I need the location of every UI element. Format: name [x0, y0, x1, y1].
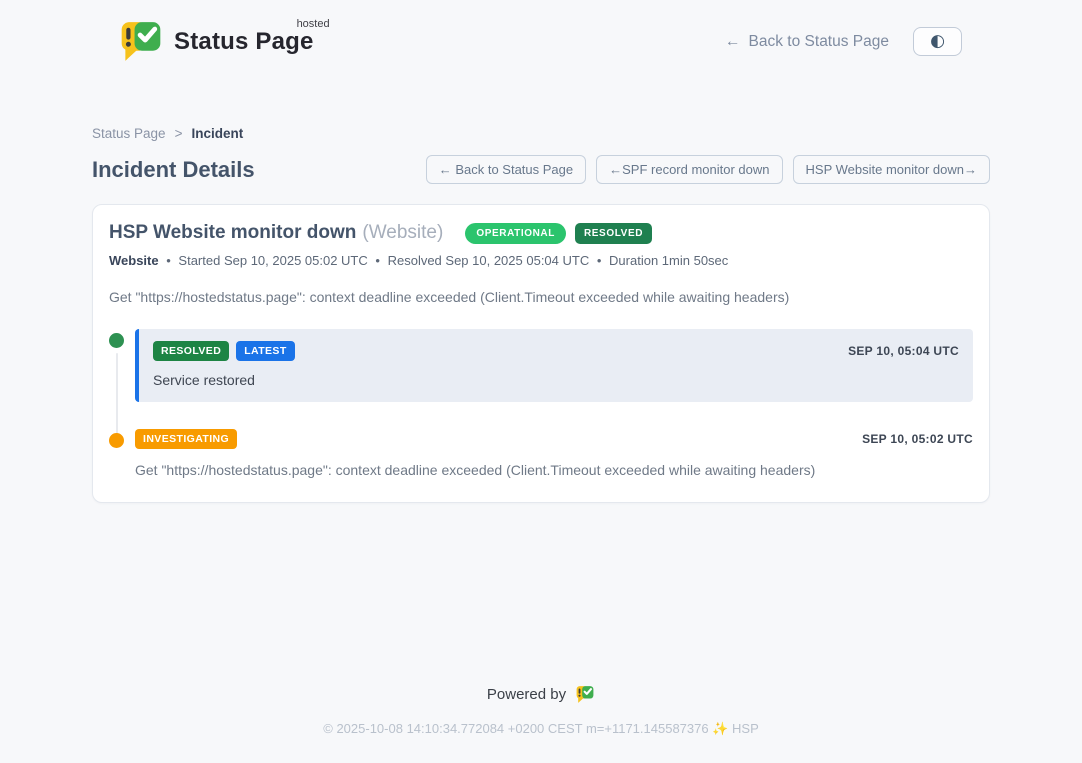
- logo-text: Status Page hosted: [174, 28, 320, 56]
- incident-nav-buttons: ← Back to Status Page ←SPF record monito…: [426, 155, 990, 184]
- investigating-badge: INVESTIGATING: [135, 429, 237, 449]
- powered-by-label: Powered by: [487, 686, 566, 703]
- incident-description: Get "https://hostedstatus.page": context…: [109, 289, 973, 305]
- resolved-status-badge: RESOLVED: [575, 223, 652, 244]
- theme-toggle-button[interactable]: ◐: [913, 27, 962, 56]
- statuspage-logo[interactable]: Status Page hosted: [118, 20, 320, 63]
- header-right: ← Back to Status Page ◐: [725, 27, 962, 56]
- breadcrumb-status-page[interactable]: Status Page: [92, 126, 166, 141]
- timeline-item-investigating: INVESTIGATING SEP 10, 05:02 UTC Get "htt…: [109, 429, 973, 478]
- app-header: Status Page hosted ← Back to Status Page…: [0, 0, 1082, 76]
- page-title: Incident Details: [92, 157, 255, 183]
- back-link-label: Back to Status Page: [749, 33, 889, 51]
- bullet-separator: •: [375, 253, 380, 268]
- timeline-item-resolved: RESOLVED LATEST SEP 10, 05:04 UTC Servic…: [109, 329, 973, 402]
- timeline-badges: RESOLVED LATEST: [153, 341, 295, 361]
- bullet-separator: •: [166, 253, 171, 268]
- timeline-badges: INVESTIGATING: [135, 429, 237, 449]
- timeline-timestamp: SEP 10, 05:02 UTC: [862, 432, 973, 446]
- incident-title: HSP Website monitor down: [109, 222, 356, 244]
- back-to-status-page-button[interactable]: ← Back to Status Page: [426, 155, 586, 184]
- theme-contrast-icon: ◐: [930, 33, 945, 50]
- meta-component: Website: [109, 253, 159, 268]
- timeline-entry-content: RESOLVED LATEST SEP 10, 05:04 UTC Servic…: [135, 329, 973, 402]
- incident-card: HSP Website monitor down (Website) OPERA…: [92, 204, 990, 503]
- timeline-entry-header: RESOLVED LATEST SEP 10, 05:04 UTC: [153, 341, 959, 361]
- timeline-message: Service restored: [153, 372, 959, 388]
- copyright-line: © 2025-10-08 14:10:34.772084 +0200 CEST …: [92, 721, 990, 737]
- incident-component: (Website): [362, 222, 443, 244]
- timeline-entry-header: INVESTIGATING SEP 10, 05:02 UTC: [135, 429, 973, 449]
- incident-meta: Website • Started Sep 10, 2025 05:02 UTC…: [109, 253, 973, 268]
- prev-incident-button[interactable]: ←SPF record monitor down: [596, 155, 782, 184]
- statuspage-mini-logo-icon: [575, 685, 595, 704]
- bullet-separator: •: [597, 253, 602, 268]
- incident-title-row: HSP Website monitor down (Website) OPERA…: [109, 222, 973, 244]
- back-arrow-icon: ←: [725, 33, 741, 51]
- breadcrumb-incident: Incident: [191, 126, 243, 141]
- breadcrumb: Status Page > Incident: [92, 126, 990, 141]
- header-back-link[interactable]: ← Back to Status Page: [725, 33, 889, 51]
- timeline-dot-green: [109, 333, 124, 348]
- timeline-timestamp: SEP 10, 05:04 UTC: [848, 344, 959, 358]
- logo-title: Status Page: [174, 28, 314, 55]
- meta-started: Started Sep 10, 2025 05:02 UTC: [178, 253, 367, 268]
- latest-badge: LATEST: [236, 341, 294, 361]
- main-content: Status Page > Incident Incident Details …: [92, 126, 990, 763]
- timeline-entry-content: INVESTIGATING SEP 10, 05:02 UTC Get "htt…: [135, 429, 973, 478]
- logo-hosted-badge: hosted: [297, 18, 330, 30]
- powered-by[interactable]: Powered by: [92, 685, 990, 704]
- incident-timeline: RESOLVED LATEST SEP 10, 05:04 UTC Servic…: [109, 329, 973, 478]
- operational-status-badge: OPERATIONAL: [465, 223, 566, 244]
- timeline-message: Get "https://hostedstatus.page": context…: [135, 462, 973, 478]
- site-footer: Powered by © 2025-10-08 14:10:34.772084 …: [92, 685, 990, 763]
- resolved-badge: RESOLVED: [153, 341, 229, 361]
- timeline-dot-orange: [109, 433, 124, 448]
- meta-duration: Duration 1min 50sec: [609, 253, 728, 268]
- next-incident-button[interactable]: HSP Website monitor down→: [793, 155, 990, 184]
- breadcrumb-separator-icon: >: [175, 126, 183, 141]
- title-row: Incident Details ← Back to Status Page ←…: [92, 155, 990, 184]
- meta-resolved: Resolved Sep 10, 2025 05:04 UTC: [388, 253, 590, 268]
- statuspage-logo-icon: [118, 20, 164, 63]
